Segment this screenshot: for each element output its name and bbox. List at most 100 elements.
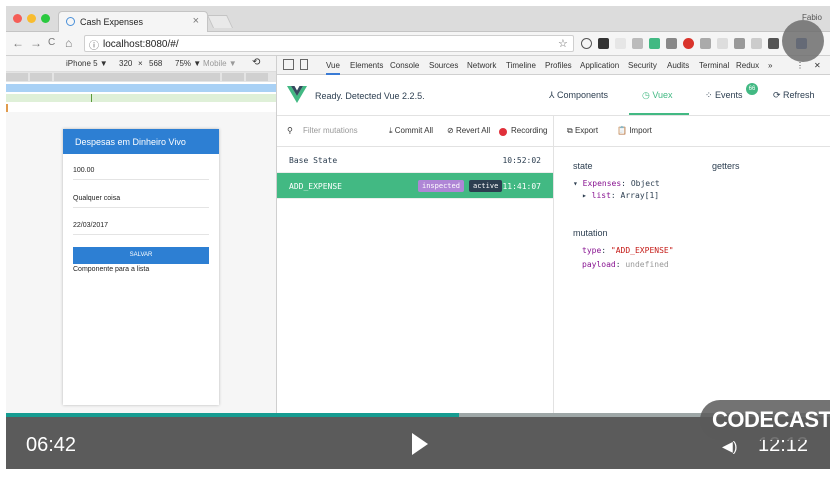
devtools-menu-icon[interactable]: ⋮ bbox=[796, 61, 804, 70]
expenses-node[interactable]: ▾ Expenses: Object bbox=[573, 179, 660, 188]
tab-close-icon[interactable]: × bbox=[193, 15, 199, 27]
active-badge: active bbox=[469, 180, 503, 192]
filter-mutations-input[interactable]: Filter mutations bbox=[303, 126, 358, 135]
media-query-bar-max[interactable] bbox=[6, 84, 276, 92]
elapsed-time: 06:42 bbox=[26, 434, 77, 456]
mutations-toolbar: ⚲ Filter mutations ⤓ Commit All ⊘ Revert… bbox=[277, 116, 553, 147]
device-height[interactable]: 568 bbox=[149, 59, 162, 68]
history-icon: ◷ bbox=[642, 90, 653, 100]
extension-4-icon[interactable] bbox=[632, 38, 643, 49]
active-tab-indicator bbox=[629, 113, 689, 115]
mode-select[interactable]: Mobile ▼ bbox=[203, 59, 237, 68]
recording-toggle[interactable]: Recording bbox=[511, 126, 547, 135]
tab-security[interactable]: Security bbox=[628, 61, 657, 70]
forward-icon[interactable]: → bbox=[30, 36, 42, 50]
refresh-button[interactable]: ⟳ Refresh bbox=[773, 90, 815, 101]
tab-favicon-icon bbox=[66, 17, 75, 26]
emulated-app: Despesas em Dinheiro Vivo 100.00 Qualque… bbox=[63, 129, 219, 405]
new-tab-button[interactable] bbox=[206, 15, 234, 28]
devtools-close-icon[interactable]: ✕ bbox=[814, 61, 821, 70]
copy-icon: ⧉ bbox=[567, 126, 575, 135]
rotate-icon[interactable]: ⟲ bbox=[252, 57, 260, 68]
commit-all-button[interactable]: ⤓ Commit All bbox=[389, 126, 433, 136]
url-input[interactable]: ⓘ localhost:8080/#/ bbox=[84, 35, 574, 52]
caret-down-icon: ▾ bbox=[573, 179, 583, 188]
vue-devtools-extension-icon[interactable] bbox=[649, 38, 660, 49]
extension-11-icon[interactable] bbox=[751, 38, 762, 49]
browser-titlebar: Cash Expenses × Fabio bbox=[6, 6, 830, 32]
extension-2-icon[interactable] bbox=[598, 38, 609, 49]
tab-sources[interactable]: Sources bbox=[429, 61, 458, 70]
site-info-icon[interactable]: ⓘ bbox=[89, 37, 99, 52]
zoom-select[interactable]: 75% ▼ bbox=[175, 59, 201, 68]
tab-audits[interactable]: Audits bbox=[667, 61, 689, 70]
reload-icon[interactable]: C bbox=[48, 37, 55, 48]
tab-console[interactable]: Console bbox=[390, 61, 419, 70]
state-heading: state bbox=[573, 161, 593, 171]
revert-all-button[interactable]: ⊘ Revert All bbox=[447, 126, 490, 135]
events-tab[interactable]: ⁘ Events bbox=[705, 90, 743, 101]
vue-logo-icon bbox=[287, 86, 307, 103]
tab-profiles[interactable]: Profiles bbox=[545, 61, 572, 70]
date-field[interactable]: 22/03/2017 bbox=[73, 217, 209, 235]
presenter-avatar bbox=[782, 20, 824, 62]
mutation-row-add-expense[interactable]: ADD_EXPENSE inspected active 11:41:07 bbox=[277, 173, 553, 199]
inspect-element-icon[interactable] bbox=[283, 59, 294, 70]
list-placeholder: Componente para a lista bbox=[73, 266, 150, 273]
amount-field[interactable]: 100.00 bbox=[73, 162, 209, 180]
minimize-window-button[interactable] bbox=[27, 14, 36, 23]
extension-7-icon[interactable] bbox=[683, 38, 694, 49]
extension-1-icon[interactable] bbox=[581, 38, 592, 49]
state-inspector: state getters ▾ Expenses: Object ▸ list:… bbox=[554, 147, 830, 417]
save-button[interactable]: SALVAR bbox=[73, 247, 209, 264]
dimension-separator: × bbox=[138, 59, 143, 68]
tab-redux[interactable]: Redux bbox=[736, 61, 759, 70]
devtools-panel: Vue Elements Console Sources Network Tim… bbox=[276, 56, 830, 417]
bookmark-star-icon[interactable]: ☆ bbox=[558, 37, 568, 50]
mutation-row-base-state[interactable]: Base State 10:52:02 bbox=[277, 147, 553, 173]
back-icon[interactable]: ← bbox=[12, 36, 24, 50]
caret-right-icon: ▸ bbox=[582, 191, 592, 200]
more-tabs-button[interactable]: » bbox=[768, 61, 772, 70]
app-title: Despesas em Dinheiro Vivo bbox=[75, 137, 186, 147]
media-query-bar[interactable] bbox=[6, 72, 276, 82]
list-node[interactable]: ▸ list: Array[1] bbox=[582, 191, 659, 200]
inspected-badge: inspected bbox=[418, 180, 464, 192]
device-toolbar: iPhone 5 ▼ 320 × 568 75% ▼ Mobile ▼ ⟲ bbox=[6, 56, 276, 72]
recording-icon[interactable] bbox=[499, 128, 507, 136]
tab-terminal[interactable]: Terminal bbox=[699, 61, 729, 70]
search-icon: ⚲ bbox=[287, 126, 293, 135]
components-icon: ⅄ bbox=[549, 90, 557, 100]
export-button[interactable]: ⧉ Export bbox=[567, 126, 598, 136]
extension-6-icon[interactable] bbox=[666, 38, 677, 49]
components-tab[interactable]: ⅄ Components bbox=[549, 90, 608, 101]
extension-9-icon[interactable] bbox=[717, 38, 728, 49]
description-field[interactable]: Qualquer coisa bbox=[73, 190, 209, 208]
tab-timeline[interactable]: Timeline bbox=[506, 61, 536, 70]
play-icon[interactable] bbox=[412, 433, 428, 455]
maximize-window-button[interactable] bbox=[41, 14, 50, 23]
device-toggle-icon[interactable] bbox=[300, 59, 308, 70]
url-text: localhost:8080/#/ bbox=[103, 39, 179, 50]
tab-vue[interactable]: Vue bbox=[326, 61, 340, 75]
events-icon: ⁘ bbox=[705, 90, 716, 100]
extension-3-icon[interactable] bbox=[615, 38, 626, 49]
device-width[interactable]: 320 bbox=[119, 59, 132, 68]
mutation-type: type: "ADD_EXPENSE" bbox=[582, 246, 674, 255]
extension-8-icon[interactable] bbox=[700, 38, 711, 49]
vue-devtools-header: Ready. Detected Vue 2.2.5. ⅄ Components … bbox=[277, 75, 830, 116]
media-query-bar-min[interactable] bbox=[6, 94, 276, 102]
volume-icon[interactable]: ◀) bbox=[722, 438, 737, 455]
close-window-button[interactable] bbox=[13, 14, 22, 23]
events-count-badge: 66 bbox=[746, 83, 758, 95]
vuex-tab[interactable]: ◷ Vuex bbox=[642, 90, 673, 101]
home-icon[interactable]: ⌂ bbox=[65, 36, 72, 50]
tab-elements[interactable]: Elements bbox=[350, 61, 383, 70]
extension-10-icon[interactable] bbox=[734, 38, 745, 49]
browser-tab[interactable]: Cash Expenses × bbox=[58, 11, 208, 32]
device-select[interactable]: iPhone 5 ▼ bbox=[66, 59, 108, 68]
extension-12-icon[interactable] bbox=[768, 38, 779, 49]
import-button[interactable]: 📋 Import bbox=[617, 126, 652, 135]
tab-network[interactable]: Network bbox=[467, 61, 496, 70]
tab-application[interactable]: Application bbox=[580, 61, 619, 70]
